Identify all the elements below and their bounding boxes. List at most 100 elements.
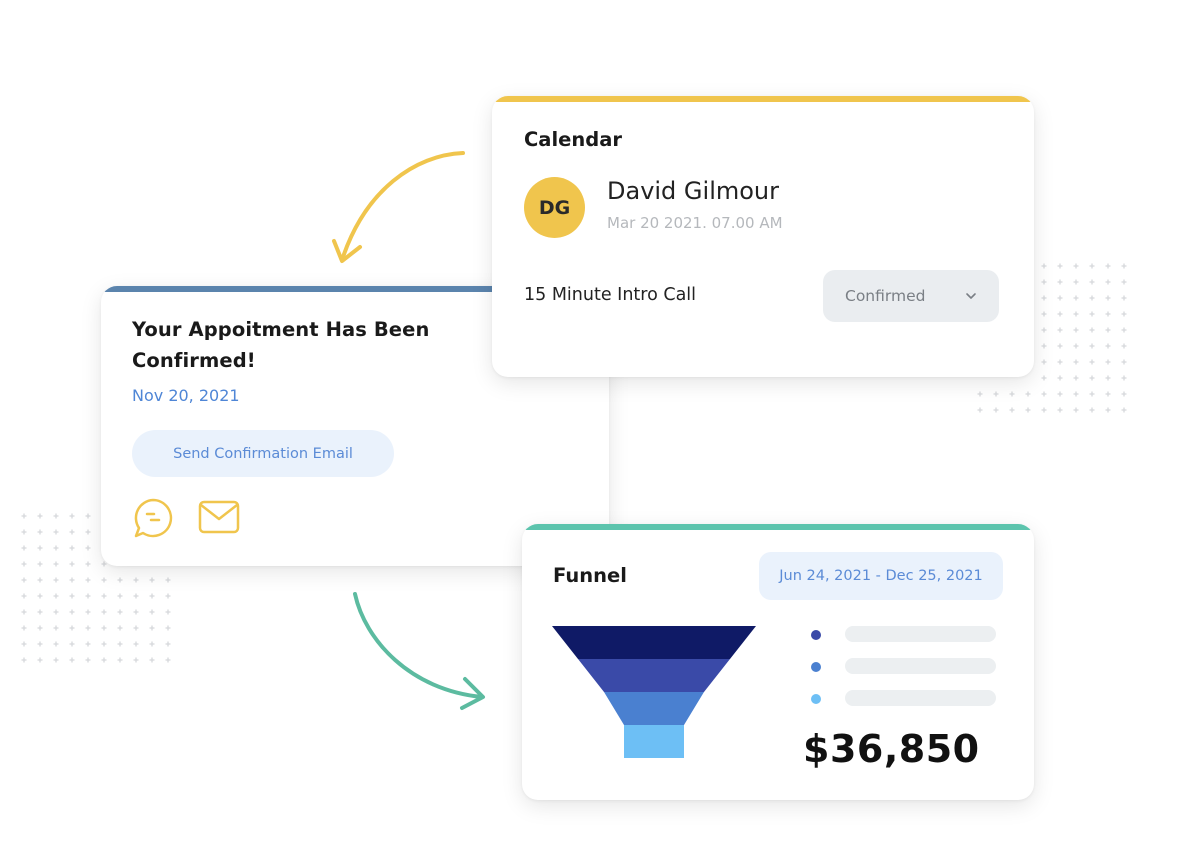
grid-plus-mark xyxy=(1121,263,1127,269)
grid-plus-mark xyxy=(1105,295,1111,301)
grid-plus-mark xyxy=(149,609,155,615)
funnel-card: Funnel Jun 24, 2021 - Dec 25, 2021 $36,8… xyxy=(522,524,1034,800)
grid-plus-mark xyxy=(133,577,139,583)
grid-plus-mark xyxy=(37,577,43,583)
grid-plus-mark xyxy=(1057,359,1063,365)
grid-plus-mark xyxy=(1041,295,1047,301)
grid-plus-mark xyxy=(69,657,75,663)
grid-plus-mark xyxy=(977,407,983,413)
grid-plus-mark xyxy=(21,577,27,583)
grid-plus-mark xyxy=(53,513,59,519)
grid-plus-mark xyxy=(37,545,43,551)
funnel-chart xyxy=(552,626,756,758)
appointment-datetime: Mar 20 2021. 07.00 AM xyxy=(607,214,783,232)
grid-plus-mark xyxy=(37,593,43,599)
grid-plus-mark xyxy=(1089,263,1095,269)
event-type: 15 Minute Intro Call xyxy=(524,285,697,305)
grid-plus-mark xyxy=(117,577,123,583)
grid-plus-mark xyxy=(165,625,171,631)
legend-item xyxy=(811,688,1001,720)
grid-plus-mark xyxy=(1073,295,1079,301)
grid-plus-mark xyxy=(165,641,171,647)
grid-plus-mark xyxy=(1041,375,1047,381)
grid-plus-mark xyxy=(1121,327,1127,333)
grid-plus-mark xyxy=(1057,343,1063,349)
mail-icon[interactable] xyxy=(197,499,241,541)
grid-plus-mark xyxy=(37,529,43,535)
grid-plus-mark xyxy=(85,513,91,519)
grid-plus-mark xyxy=(1105,391,1111,397)
grid-plus-mark xyxy=(1105,359,1111,365)
legend-dot xyxy=(811,694,821,704)
grid-plus-mark xyxy=(53,625,59,631)
grid-plus-mark xyxy=(37,641,43,647)
grid-plus-mark xyxy=(1057,295,1063,301)
grid-plus-mark xyxy=(37,609,43,615)
grid-plus-mark xyxy=(21,545,27,551)
grid-plus-mark xyxy=(1041,279,1047,285)
grid-plus-mark xyxy=(165,609,171,615)
grid-plus-mark xyxy=(101,657,107,663)
grid-plus-mark xyxy=(1073,391,1079,397)
grid-plus-mark xyxy=(1041,407,1047,413)
status-selected: Confirmed xyxy=(845,287,926,305)
grid-plus-mark xyxy=(69,561,75,567)
grid-plus-mark xyxy=(21,513,27,519)
grid-plus-mark xyxy=(1009,391,1015,397)
grid-plus-mark xyxy=(69,577,75,583)
grid-plus-mark xyxy=(69,529,75,535)
grid-plus-mark xyxy=(1121,311,1127,317)
grid-plus-mark xyxy=(133,609,139,615)
grid-plus-mark xyxy=(1105,343,1111,349)
grid-plus-mark xyxy=(53,593,59,599)
grid-plus-mark xyxy=(1025,407,1031,413)
grid-plus-mark xyxy=(101,641,107,647)
grid-plus-mark xyxy=(149,641,155,647)
grid-plus-mark xyxy=(1073,407,1079,413)
grid-plus-mark xyxy=(1073,279,1079,285)
grid-plus-mark xyxy=(21,625,27,631)
grid-plus-mark xyxy=(69,593,75,599)
grid-plus-mark xyxy=(37,625,43,631)
date-range-picker[interactable]: Jun 24, 2021 - Dec 25, 2021 xyxy=(759,552,1003,600)
grid-plus-mark xyxy=(1089,311,1095,317)
grid-plus-mark xyxy=(1025,391,1031,397)
funnel-stage-3 xyxy=(604,692,704,725)
grid-plus-mark xyxy=(85,561,91,567)
appointment-title: Your Appoitment Has Been Confirmed! xyxy=(132,318,430,372)
grid-plus-mark xyxy=(37,513,43,519)
grid-plus-mark xyxy=(1089,327,1095,333)
grid-plus-mark xyxy=(85,625,91,631)
grid-plus-mark xyxy=(85,545,91,551)
grid-plus-mark xyxy=(149,657,155,663)
grid-plus-mark xyxy=(1073,327,1079,333)
grid-plus-mark xyxy=(149,577,155,583)
grid-plus-mark xyxy=(85,593,91,599)
grid-plus-mark xyxy=(85,657,91,663)
grid-plus-mark xyxy=(21,561,27,567)
legend-dot xyxy=(811,630,821,640)
grid-plus-mark xyxy=(53,529,59,535)
chat-bubble-icon[interactable] xyxy=(131,496,175,544)
calendar-heading: Calendar xyxy=(524,128,622,151)
grid-plus-mark xyxy=(1105,311,1111,317)
grid-plus-mark xyxy=(1105,263,1111,269)
funnel-stage-4 xyxy=(624,725,684,758)
grid-plus-mark xyxy=(1057,327,1063,333)
grid-plus-mark xyxy=(1057,407,1063,413)
grid-plus-mark xyxy=(165,657,171,663)
grid-plus-mark xyxy=(53,641,59,647)
grid-plus-mark xyxy=(69,625,75,631)
funnel-legend xyxy=(811,624,1001,720)
grid-plus-mark xyxy=(1105,407,1111,413)
grid-plus-mark xyxy=(977,391,983,397)
grid-plus-mark xyxy=(53,561,59,567)
grid-plus-mark xyxy=(53,577,59,583)
grid-plus-mark xyxy=(117,593,123,599)
status-dropdown[interactable]: Confirmed xyxy=(823,270,999,322)
grid-plus-mark xyxy=(21,609,27,615)
grid-plus-mark xyxy=(1121,295,1127,301)
grid-plus-mark xyxy=(1121,375,1127,381)
grid-plus-mark xyxy=(1089,375,1095,381)
send-confirmation-email-button[interactable]: Send Confirmation Email xyxy=(132,430,394,477)
